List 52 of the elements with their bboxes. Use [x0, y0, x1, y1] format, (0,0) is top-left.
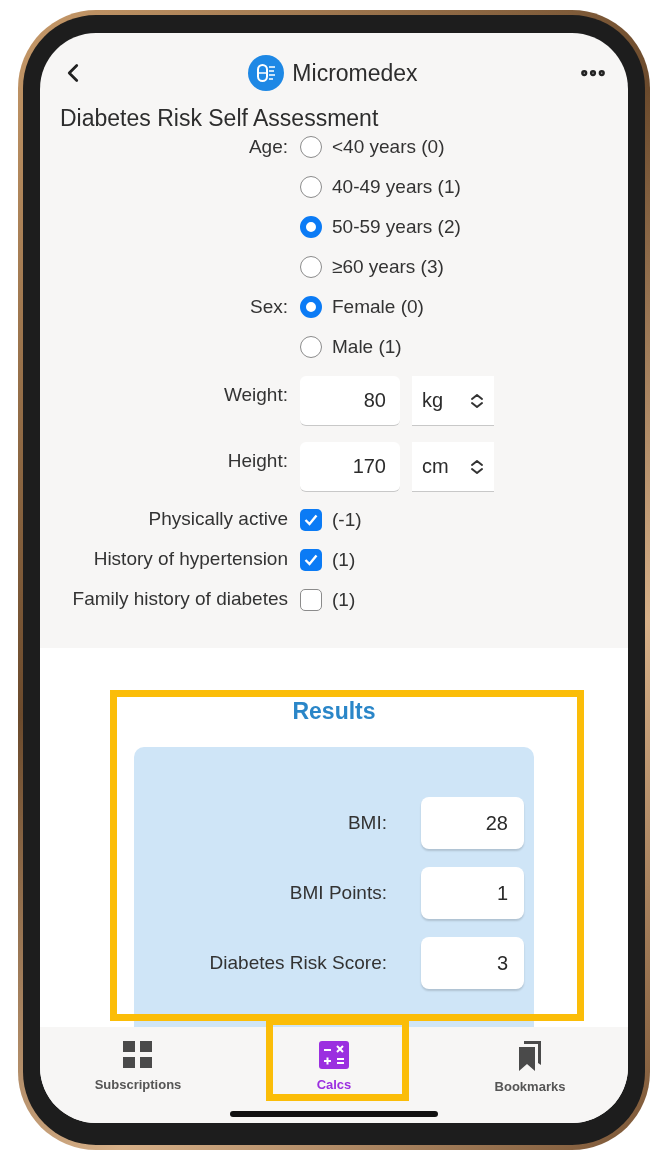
tab-label: Calcs — [316, 1077, 352, 1092]
calculator-icon — [319, 1041, 349, 1069]
radio-button[interactable] — [300, 296, 322, 318]
option-label: 40-49 years (1) — [332, 176, 461, 198]
radio-button[interactable] — [300, 336, 322, 358]
option-label: Male (1) — [332, 336, 402, 358]
number-field[interactable]: 80 — [300, 376, 400, 426]
option-label: ≥60 years (3) — [332, 256, 444, 278]
field-label: Family history of diabetes — [72, 588, 288, 610]
field-label: Weight: — [223, 383, 288, 406]
checkbox[interactable] — [300, 589, 322, 611]
page-title: Diabetes Risk Self Assessment — [59, 104, 380, 132]
radio-button[interactable] — [300, 216, 322, 238]
app-title: Micromedex — [292, 59, 418, 87]
points-label: (1) — [332, 589, 356, 611]
option-label: Female (0) — [332, 296, 424, 318]
field-label: Age: — [248, 136, 288, 158]
tab-item[interactable]: Bookmarks — [432, 1027, 628, 1123]
logo-icon — [248, 55, 285, 91]
grid-icon — [123, 1041, 153, 1069]
radio-button[interactable] — [300, 256, 322, 278]
checkbox[interactable] — [300, 549, 322, 571]
results-title: Results — [292, 698, 376, 725]
up-down-chevron-icon — [470, 458, 484, 475]
option-label: <40 years (0) — [332, 136, 445, 158]
option-label: 50-59 years (2) — [332, 216, 461, 238]
result-value: 3 — [421, 937, 524, 989]
bookmarks-icon — [517, 1041, 543, 1071]
unit-select[interactable]: kg — [412, 376, 494, 426]
check-icon — [304, 514, 318, 526]
field-label: Physically active — [148, 508, 288, 530]
field-label: History of hypertension — [93, 548, 288, 570]
tab-item[interactable]: Subscriptions — [40, 1027, 236, 1123]
check-icon — [304, 554, 318, 566]
checkbox[interactable] — [300, 509, 322, 531]
radio-button[interactable] — [300, 176, 322, 198]
result-value: 28 — [421, 797, 524, 849]
up-down-chevron-icon — [470, 392, 484, 409]
field-label: Height: — [227, 449, 288, 472]
points-label: (-1) — [332, 509, 362, 531]
result-label: BMI: — [347, 812, 387, 834]
points-label: (1) — [332, 549, 356, 571]
tab-label: Bookmarks — [494, 1079, 566, 1094]
tab-label: Subscriptions — [94, 1077, 182, 1092]
result-value: 1 — [421, 867, 524, 919]
result-label: Diabetes Risk Score: — [209, 952, 387, 974]
number-field[interactable]: 170 — [300, 442, 400, 492]
tab-item[interactable]: Calcs — [236, 1027, 432, 1123]
unit-select[interactable]: cm — [412, 442, 494, 492]
radio-button[interactable] — [300, 136, 322, 158]
field-label: Sex: — [249, 296, 288, 318]
result-label: BMI Points: — [289, 882, 387, 904]
